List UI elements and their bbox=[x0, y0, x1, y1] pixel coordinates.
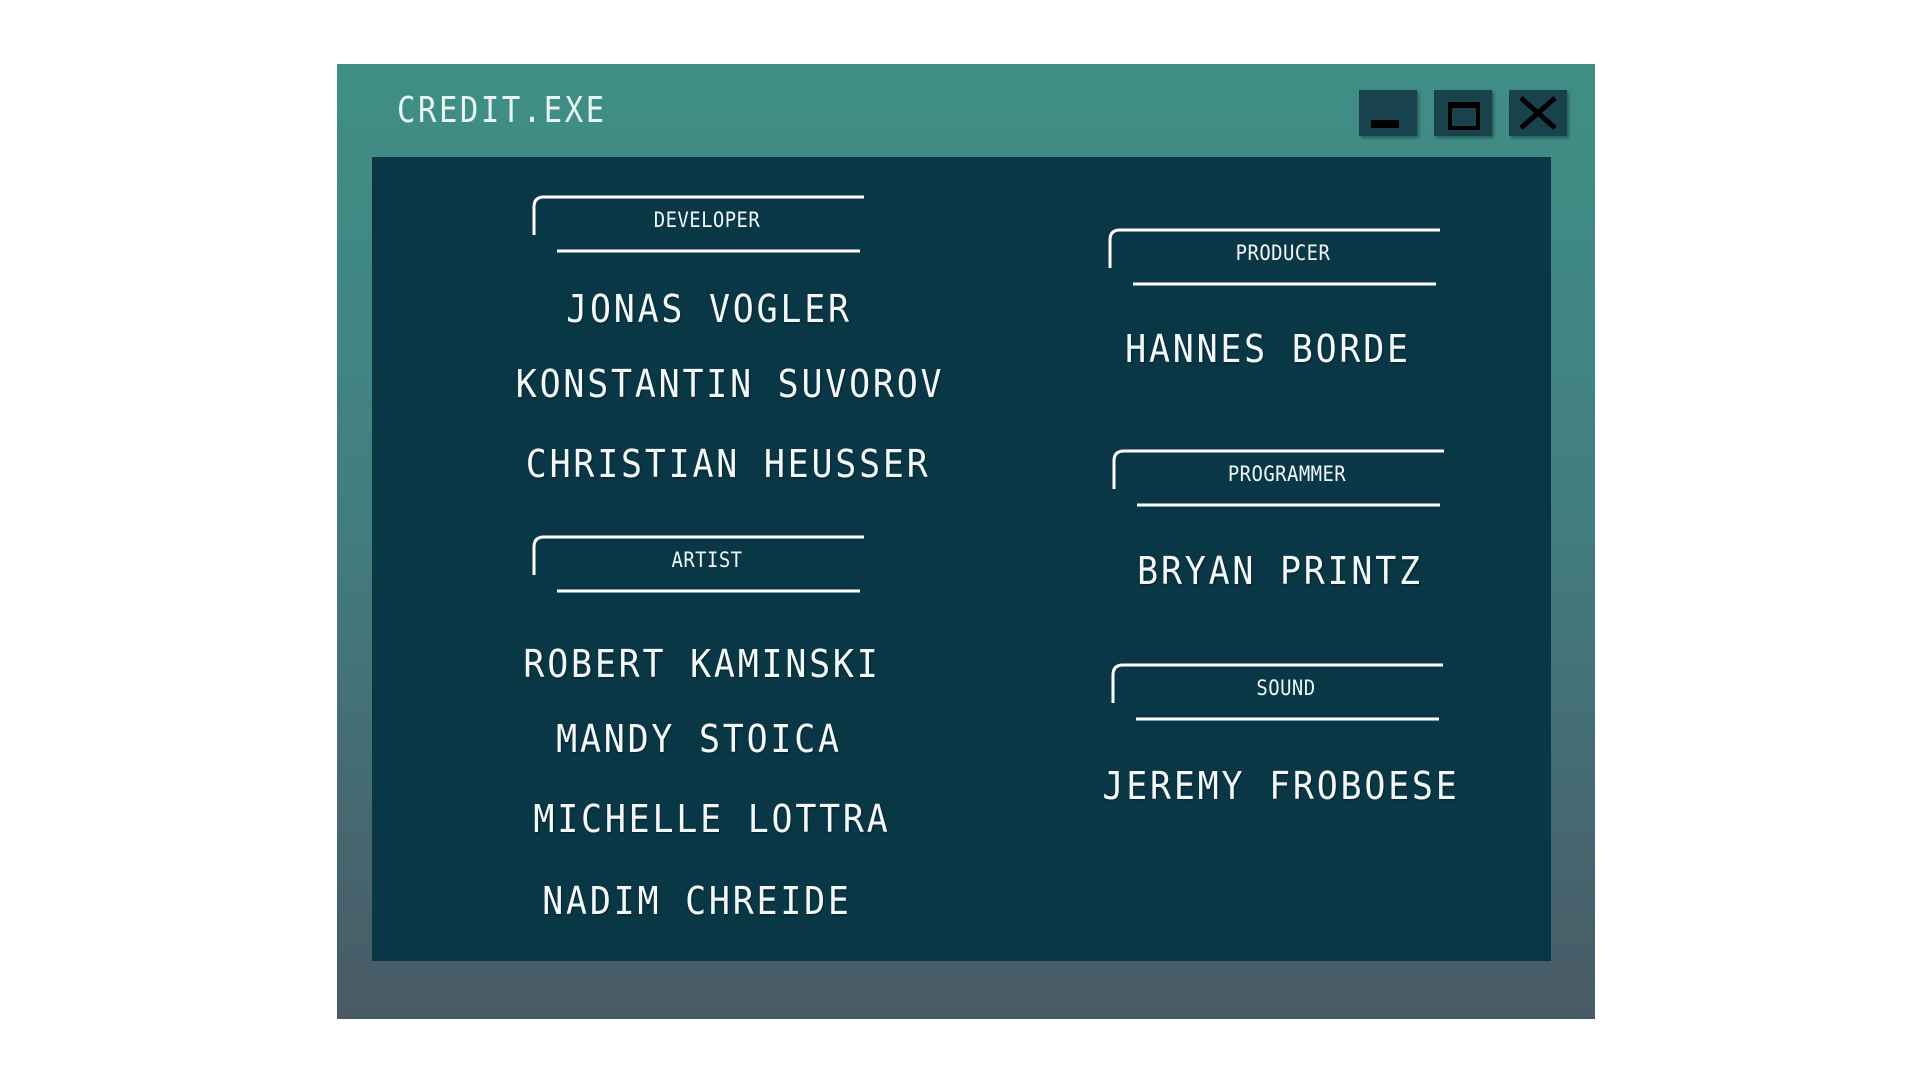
credits-window: CREDIT.EXE DEVELOPER JONAS VOGLER KONSTA… bbox=[337, 64, 1595, 1019]
credits-panel: DEVELOPER JONAS VOGLER KONSTANTIN SUVORO… bbox=[372, 157, 1551, 961]
section-header-developer: DEVELOPER bbox=[530, 193, 866, 253]
credit-name: NADIM CHREIDE bbox=[542, 879, 852, 923]
credit-name: JONAS VOGLER bbox=[566, 287, 852, 331]
close-button[interactable] bbox=[1509, 90, 1567, 136]
title-bar[interactable]: CREDIT.EXE bbox=[337, 64, 1595, 156]
credit-name: ROBERT KAMINSKI bbox=[523, 642, 881, 686]
credit-name: MICHELLE LOTTRA bbox=[533, 797, 891, 841]
minimize-button[interactable] bbox=[1359, 90, 1417, 136]
credit-name: JEREMY FROBOESE bbox=[1102, 764, 1460, 808]
section-label: SOUND bbox=[1256, 676, 1316, 700]
section-label: PRODUCER bbox=[1235, 241, 1331, 265]
minimize-icon bbox=[1371, 120, 1399, 128]
maximize-button[interactable] bbox=[1434, 90, 1492, 136]
maximize-icon bbox=[1448, 102, 1480, 130]
section-label: DEVELOPER bbox=[653, 208, 761, 232]
credit-name: BRYAN PRINTZ bbox=[1137, 549, 1423, 593]
screen: CREDIT.EXE DEVELOPER JONAS VOGLER KONSTA… bbox=[0, 0, 1920, 1080]
close-icon bbox=[1519, 96, 1557, 130]
section-header-producer: PRODUCER bbox=[1106, 226, 1442, 286]
credit-name: HANNES BORDE bbox=[1125, 327, 1411, 371]
section-label: PROGRAMMER bbox=[1227, 462, 1347, 486]
section-header-sound: SOUND bbox=[1109, 661, 1445, 721]
section-label: ARTIST bbox=[671, 548, 743, 572]
section-header-programmer: PROGRAMMER bbox=[1110, 447, 1446, 507]
credit-name: CHRISTIAN HEUSSER bbox=[525, 442, 931, 486]
section-header-artist: ARTIST bbox=[530, 533, 866, 593]
credit-name: MANDY STOICA bbox=[556, 717, 842, 761]
credit-name: KONSTANTIN SUVOROV bbox=[515, 362, 945, 406]
window-title: CREDIT.EXE bbox=[397, 90, 607, 131]
